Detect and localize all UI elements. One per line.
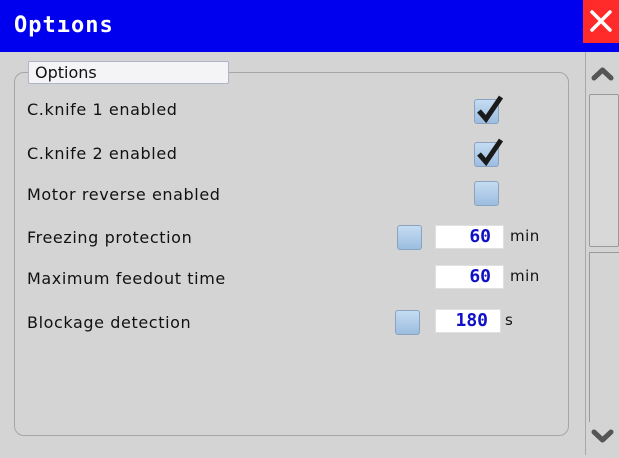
checkmark-icon [477, 138, 504, 167]
motor-reverse-label: Motor reverse enabled [27, 185, 221, 204]
blockage-detection-checkbox[interactable] [395, 310, 420, 335]
cknife2-label: C.knife 2 enabled [27, 144, 178, 163]
freezing-protection-unit: min [510, 227, 540, 245]
scroll-up-button[interactable] [586, 55, 619, 91]
feedout-time-label: Maximum feedout time [27, 269, 226, 288]
motor-reverse-checkbox[interactable] [474, 181, 499, 206]
freezing-protection-label: Freezing protection [27, 228, 193, 247]
feedout-time-unit: min [510, 267, 540, 285]
window-title: Optıons [14, 13, 114, 38]
scroll-thumb[interactable] [589, 94, 619, 247]
scroll-track[interactable] [589, 252, 619, 422]
options-group-label: Options [28, 61, 229, 84]
scroll-down-button[interactable] [586, 420, 619, 454]
cknife1-checkbox[interactable] [474, 95, 504, 124]
blockage-detection-input[interactable]: 180 [435, 309, 501, 333]
blockage-detection-label: Blockage detection [27, 313, 192, 332]
options-panel [14, 72, 569, 436]
chevron-up-icon [591, 67, 614, 81]
checkmark-icon [477, 95, 504, 124]
freezing-protection-input[interactable]: 60 [435, 225, 504, 249]
blockage-detection-unit: s [505, 311, 514, 329]
close-button[interactable] [583, 0, 619, 43]
title-bar: Optıons [0, 0, 619, 52]
close-icon [590, 10, 612, 32]
cknife1-label: C.knife 1 enabled [27, 100, 178, 119]
feedout-time-input[interactable]: 60 [435, 265, 504, 289]
vertical-scrollbar[interactable] [585, 52, 619, 455]
cknife2-checkbox[interactable] [474, 138, 504, 167]
freezing-protection-checkbox[interactable] [397, 225, 422, 250]
chevron-down-icon [591, 429, 614, 443]
